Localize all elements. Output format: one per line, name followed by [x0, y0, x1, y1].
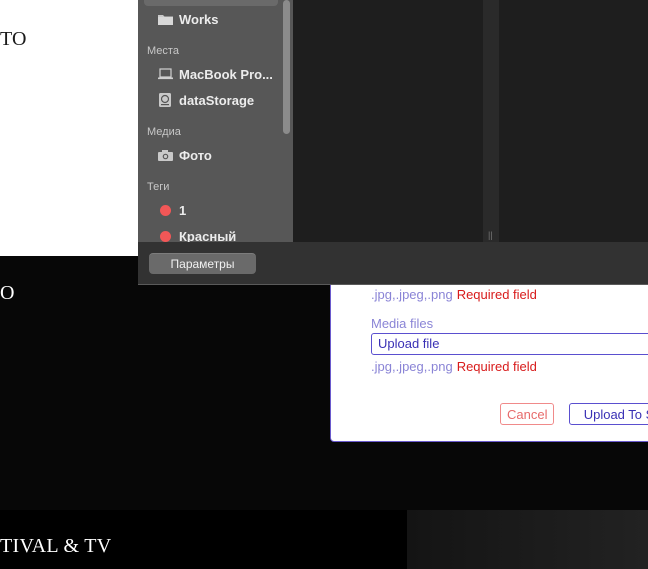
browser-column-1[interactable] [293, 0, 483, 242]
upload-modal: .jpg,.jpeg,.png Required field Media file… [330, 262, 648, 442]
sidebar-item-tag-red[interactable]: Красный [156, 226, 236, 242]
options-button[interactable]: Параметры [149, 253, 256, 274]
media-files-label: Media files [371, 316, 434, 331]
dialog-sidebar: Works Места MacBook Pro... dataStorage М… [138, 0, 293, 242]
tag-dot-icon [156, 203, 174, 217]
page-footer-image [407, 510, 648, 569]
browser-column-2[interactable] [499, 0, 648, 242]
sidebar-selected-item[interactable] [144, 0, 278, 6]
file-hint-2: .jpg,.jpeg,.png Required field [371, 359, 537, 374]
sidebar-item-macbook[interactable]: MacBook Pro... [156, 64, 273, 84]
laptop-icon [156, 67, 174, 81]
sidebar-header-tags: Теги [147, 181, 170, 193]
media-file-input[interactable]: Upload file [371, 333, 648, 355]
camera-icon [156, 148, 174, 162]
sidebar-item-datastorage[interactable]: dataStorage [156, 90, 254, 110]
upload-button[interactable]: Upload To S [569, 403, 648, 425]
sidebar-header-places: Места [147, 45, 179, 57]
sidebar-item-label: MacBook Pro... [179, 66, 273, 82]
sidebar-item-label: Красный [179, 228, 237, 243]
sidebar-item-label: Фото [179, 147, 212, 163]
page-heading-fragment: ТО [0, 28, 27, 50]
sidebar-item-label: 1 [179, 202, 187, 218]
drive-icon [156, 93, 174, 107]
file-hint-1: .jpg,.jpeg,.png Required field [371, 287, 537, 302]
file-open-dialog: Works Места MacBook Pro... dataStorage М… [138, 0, 648, 285]
sidebar-item-label: dataStorage [179, 92, 255, 108]
sidebar-header-media: Медиа [147, 126, 181, 138]
allowed-extensions: .jpg,.jpeg,.png [371, 287, 453, 302]
page-text-fragment: О [0, 282, 15, 304]
page-footer-title: TIVAL & TV [0, 535, 112, 557]
column-resize-icon[interactable]: || [488, 230, 493, 240]
required-field-error: Required field [456, 359, 537, 374]
sidebar-item-label: Works [179, 11, 219, 27]
required-field-error: Required field [456, 287, 537, 302]
column-divider[interactable] [483, 0, 499, 242]
sidebar-item-tag-1[interactable]: 1 [156, 200, 186, 220]
sidebar-scrollbar[interactable] [283, 0, 290, 134]
sidebar-item-works[interactable]: Works [156, 9, 219, 29]
cancel-button[interactable]: Cancel [500, 403, 555, 425]
folder-icon [156, 12, 174, 26]
sidebar-item-photos[interactable]: Фото [156, 145, 212, 165]
allowed-extensions: .jpg,.jpeg,.png [371, 359, 453, 374]
tag-dot-icon [156, 229, 174, 242]
